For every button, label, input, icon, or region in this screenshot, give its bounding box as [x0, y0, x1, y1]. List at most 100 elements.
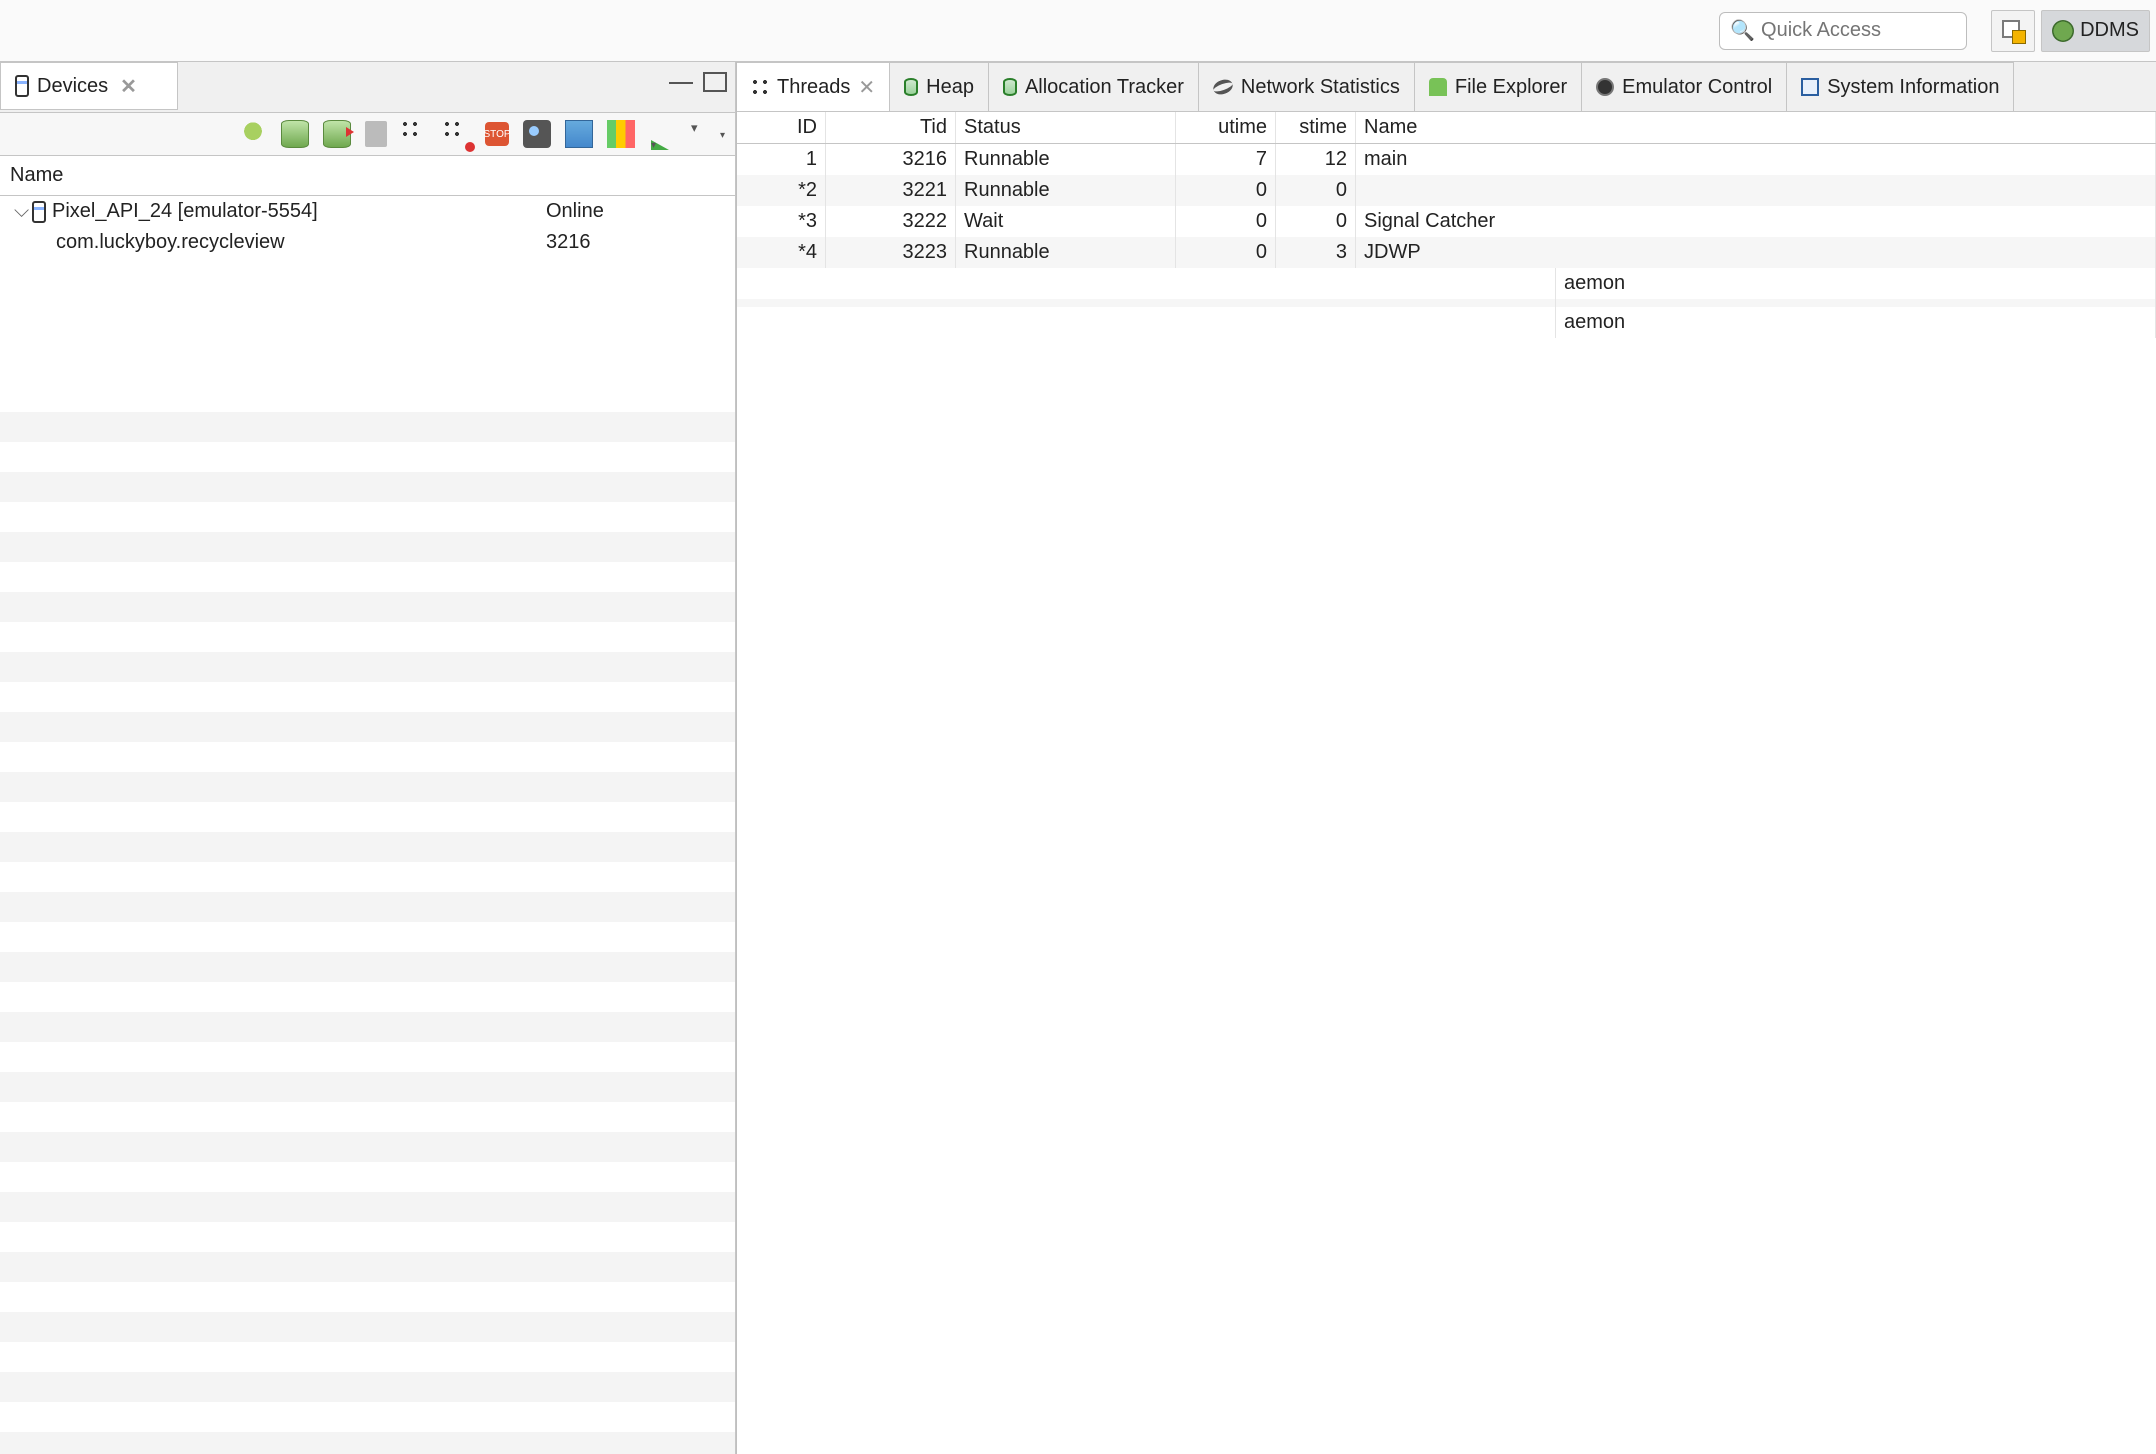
cell-utime: 0 [1176, 175, 1276, 206]
tab-devices[interactable]: Devices ✕ [0, 62, 178, 110]
quick-access-input[interactable] [1761, 19, 1956, 42]
device-label: Pixel_API_24 [emulator-5554] [52, 200, 318, 223]
process-row[interactable]: com.luckyboy.recycleview 3216 [0, 227, 735, 258]
minimize-icon[interactable] [669, 72, 693, 84]
top-toolbar: 🔍 DDMS [0, 0, 2156, 62]
cell-utime: 0 [1176, 237, 1276, 268]
tab-devices-label: Devices [37, 75, 108, 98]
android-icon [1429, 78, 1447, 96]
cell-tid: 3222 [826, 206, 956, 237]
update-threads-icon[interactable] [401, 120, 429, 148]
maximize-icon[interactable] [703, 72, 727, 92]
network-icon [1211, 77, 1235, 97]
window-icon [1801, 78, 1819, 96]
debug-icon[interactable] [239, 120, 267, 148]
tab-sysinfo-label: System Information [1827, 76, 1999, 99]
start-method-profiling-icon[interactable] [443, 120, 471, 148]
cell-tid: 3216 [826, 144, 956, 175]
screen-capture-icon[interactable] [523, 120, 551, 148]
tab-emulator[interactable]: Emulator Control [1581, 62, 1787, 111]
perspective-open-icon [2002, 20, 2024, 42]
left-column: Devices ✕ STOP ▾ Name [0, 62, 735, 1454]
right-tabbar: Threads ✕ Heap Allocation Tracker Networ… [736, 62, 2156, 112]
tab-heap-label: Heap [926, 76, 974, 99]
tab-network-label: Network Statistics [1241, 76, 1400, 99]
cause-gc-icon[interactable] [365, 121, 387, 147]
table-row[interactable]: aemon [736, 268, 2156, 299]
table-row[interactable]: aemon [736, 307, 2156, 338]
cell-name: main [1356, 144, 2156, 175]
vertical-splitter[interactable] [736, 62, 737, 1454]
table-row[interactable]: 13216Runnable712main [736, 144, 2156, 175]
thread-table-header: ID Tid Status utime stime Name [736, 112, 2156, 144]
col-status[interactable] [540, 156, 560, 195]
col-id[interactable]: ID [736, 112, 826, 143]
open-perspective-button[interactable] [1991, 10, 2035, 52]
emulator-icon [1596, 78, 1614, 96]
allocation-icon [1003, 78, 1017, 96]
col-name[interactable]: Name [0, 156, 540, 195]
cell-stime: 0 [1276, 175, 1356, 206]
cell-id: *4 [736, 237, 826, 268]
dump-hprof-icon[interactable] [323, 120, 351, 148]
cell-id: *2 [736, 175, 826, 206]
phone-icon [32, 201, 46, 223]
cell-name [1356, 175, 2156, 206]
tab-allocation[interactable]: Allocation Tracker [988, 62, 1199, 111]
table-row[interactable]: *33222Wait00Signal Catcher [736, 206, 2156, 237]
close-icon[interactable]: ✕ [858, 75, 875, 100]
tab-allocation-label: Allocation Tracker [1025, 76, 1184, 99]
view-menu-icon[interactable]: ▾ [691, 120, 719, 148]
thread-table: ID Tid Status utime stime Name 13216Runn… [736, 112, 2156, 1454]
close-icon[interactable]: ✕ [120, 74, 137, 99]
col-stime[interactable]: stime [1276, 112, 1356, 143]
process-label: com.luckyboy.recycleview [56, 231, 285, 254]
update-heap-icon[interactable] [281, 120, 309, 148]
cell-name: Signal Catcher [1356, 206, 2156, 237]
perspective-ddms[interactable]: DDMS [2041, 10, 2150, 52]
col-name[interactable]: Name [1356, 112, 2156, 143]
col-tid[interactable]: Tid [826, 112, 956, 143]
device-row[interactable]: ⌵ Pixel_API_24 [emulator-5554] Online [0, 196, 735, 227]
right-column: Threads ✕ Heap Allocation Tracker Networ… [735, 62, 2156, 1454]
cell-status: Wait [956, 206, 1176, 237]
tab-file-explorer-label: File Explorer [1455, 76, 1567, 99]
tab-network[interactable]: Network Statistics [1198, 62, 1415, 111]
dump-view-icon[interactable] [565, 120, 593, 148]
cell-stime: 0 [1276, 206, 1356, 237]
cell-stime: 12 [1276, 144, 1356, 175]
tab-heap[interactable]: Heap [889, 62, 989, 111]
perspective-ddms-label: DDMS [2080, 19, 2139, 42]
cell-tid: 3223 [826, 237, 956, 268]
ddms-icon [2052, 20, 2074, 42]
tab-emulator-label: Emulator Control [1622, 76, 1772, 99]
tab-threads-label: Threads [777, 76, 850, 99]
devices-toolbar: STOP ▾ [0, 112, 735, 156]
process-pid: 3216 [540, 231, 735, 254]
phone-icon [15, 75, 29, 97]
tab-file-explorer[interactable]: File Explorer [1414, 62, 1582, 111]
table-row[interactable]: *43223Runnable03JDWP [736, 237, 2156, 268]
table-row[interactable]: *23221Runnable00 [736, 175, 2156, 206]
quick-access-box[interactable]: 🔍 [1719, 12, 1967, 50]
cell-stime: 3 [1276, 237, 1356, 268]
chevron-down-icon[interactable]: ⌵ [14, 200, 26, 223]
table-row[interactable] [736, 299, 2156, 307]
col-utime[interactable]: utime [1176, 112, 1276, 143]
col-status[interactable]: Status [956, 112, 1176, 143]
devices-header: Name [0, 156, 735, 196]
cell-status: Runnable [956, 175, 1176, 206]
tab-threads[interactable]: Threads ✕ [736, 62, 890, 111]
cell-status: Runnable [956, 144, 1176, 175]
cell-id: 1 [736, 144, 826, 175]
systrace-icon[interactable] [607, 120, 635, 148]
tab-system-info[interactable]: System Information [1786, 62, 2014, 111]
blank-fill [0, 382, 735, 1454]
devices-tabbar: Devices ✕ [0, 62, 735, 112]
threads-icon [751, 78, 769, 96]
cell-utime: 7 [1176, 144, 1276, 175]
cell-name: aemon [1556, 268, 2156, 299]
cell-name: JDWP [1356, 237, 2156, 268]
stop-icon[interactable]: STOP [485, 122, 509, 146]
start-opengl-trace-icon[interactable] [649, 120, 677, 148]
